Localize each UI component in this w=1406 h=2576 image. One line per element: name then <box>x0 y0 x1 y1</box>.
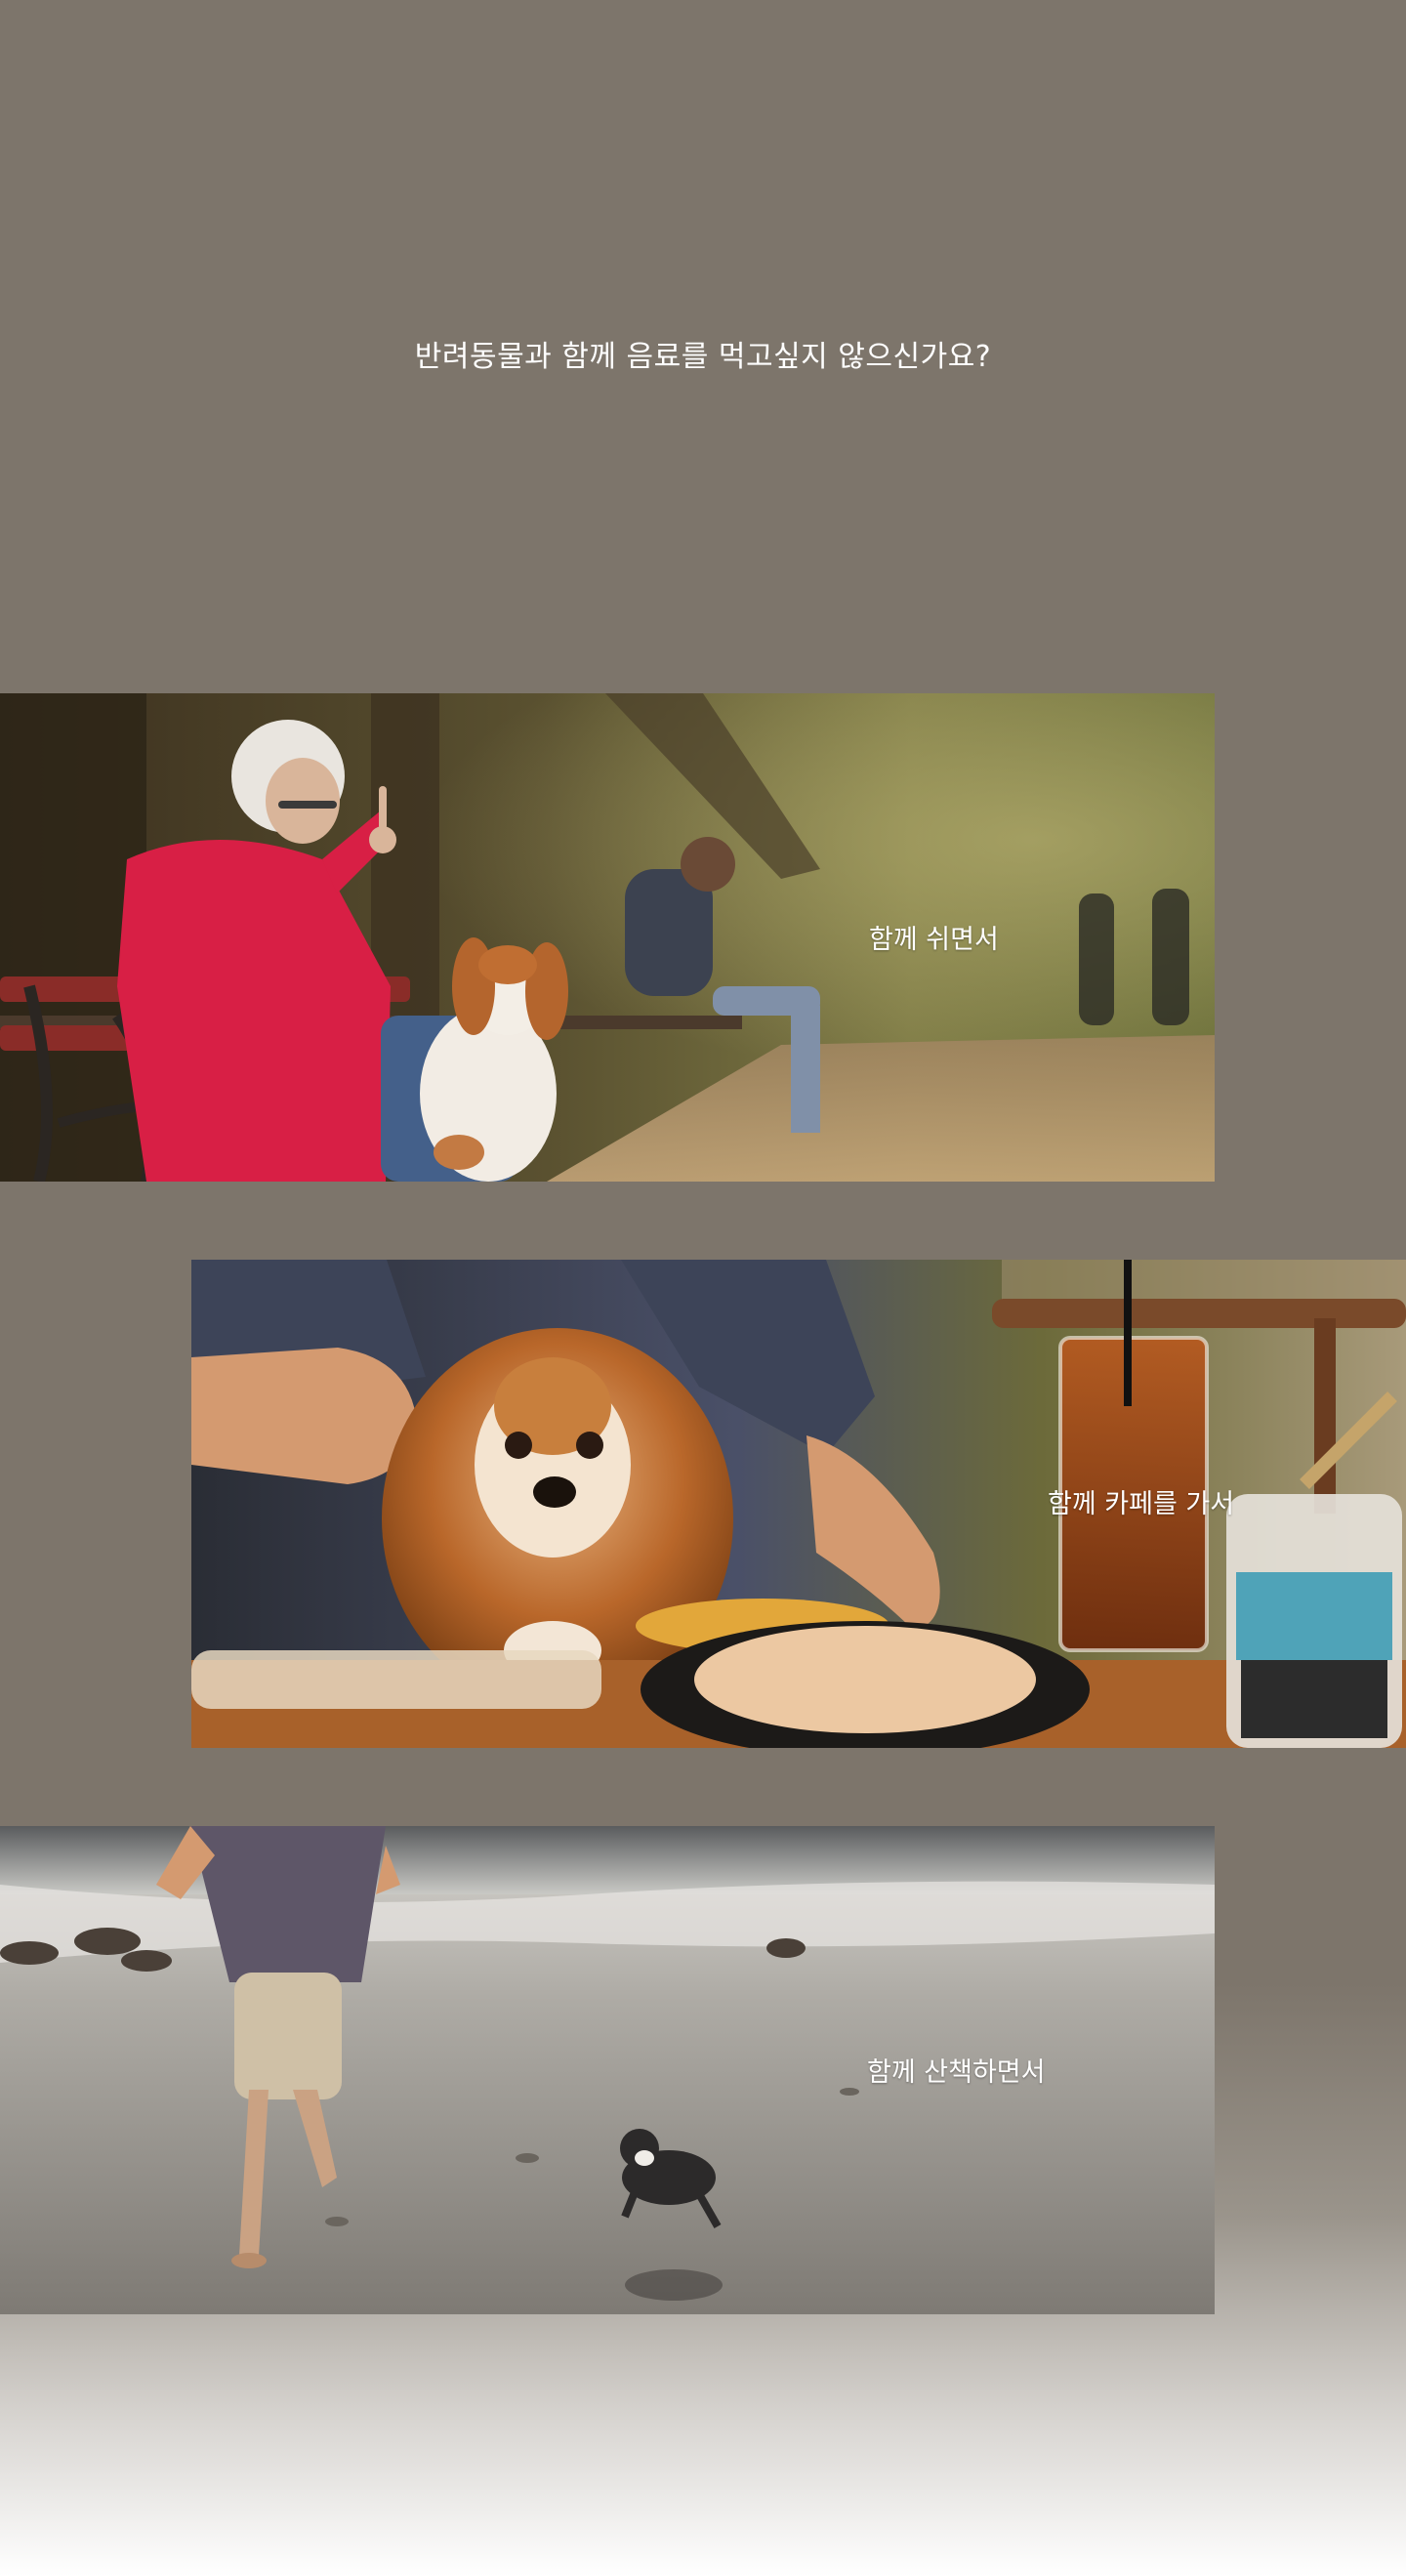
caption-cafe: 함께 카페를 가서 <box>1048 1489 1235 1519</box>
photo-beach-walk: 함께 산책하면서 <box>0 1826 1215 2314</box>
page: 반려동물과 함께 음료를 먹고싶지 않으신가요? 함께 쉬면서 함께 카페를 가… <box>0 0 1406 2576</box>
hero-headline: 반려동물과 함께 음료를 먹고싶지 않으신가요? <box>414 340 992 374</box>
caption-walk: 함께 산책하면서 <box>867 2057 1046 2088</box>
photo-park-bench: 함께 쉬면서 <box>0 693 1215 1182</box>
caption-rest: 함께 쉬면서 <box>869 925 999 955</box>
photo-cafe-table: 함께 카페를 가서 <box>191 1260 1406 1748</box>
park-bench-image <box>0 693 1215 1182</box>
